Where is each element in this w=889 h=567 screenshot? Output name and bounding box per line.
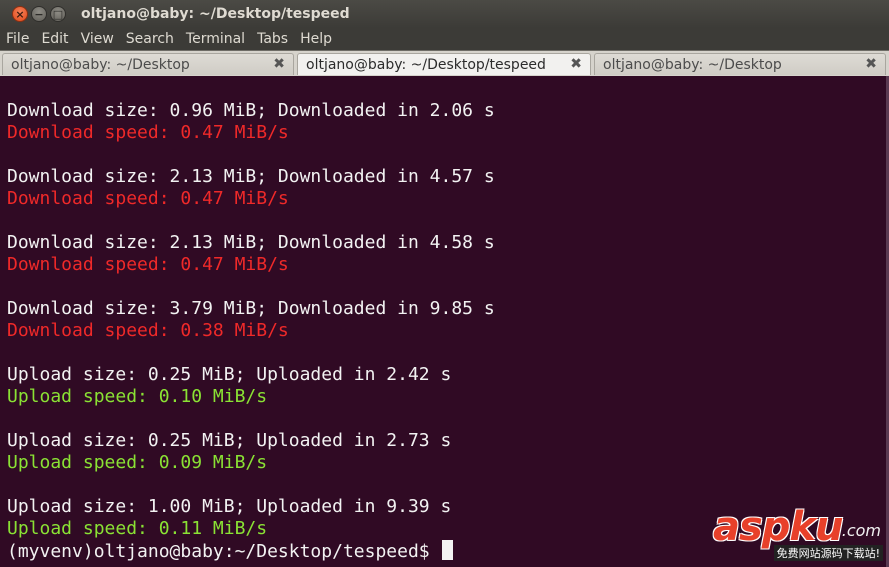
output-line: Download speed: 0.38 MiB/s <box>7 320 289 341</box>
output-line: Download speed: 0.47 MiB/s <box>7 122 289 143</box>
menu-edit[interactable]: Edit <box>35 28 74 50</box>
output-line: Download speed: 0.47 MiB/s <box>7 188 289 209</box>
output-line: Download size: 2.13 MiB; Downloaded in 4… <box>7 166 495 187</box>
menu-view[interactable]: View <box>75 28 120 50</box>
tab-label: oltjano@baby: ~/Desktop <box>603 56 782 73</box>
output-line: Upload speed: 0.09 MiB/s <box>7 452 268 473</box>
terminal-output[interactable]: Download size: 0.96 MiB; Downloaded in 2… <box>0 76 889 567</box>
menu-tabs[interactable]: Tabs <box>251 28 294 50</box>
text-cursor <box>441 540 453 560</box>
shell-prompt: (myvenv)oltjano@baby:~/Desktop/tespeed$ <box>7 541 430 562</box>
prompt-line[interactable]: (myvenv)oltjano@baby:~/Desktop/tespeed$ <box>7 540 453 562</box>
tab-bar: oltjano@baby: ~/Desktop ✖ oltjano@baby: … <box>0 50 889 76</box>
maximize-window-icon[interactable]: □ <box>50 6 66 22</box>
tab-close-icon[interactable]: ✖ <box>570 56 582 72</box>
watermark-domain: .com <box>841 521 881 540</box>
output-line: Upload size: 1.00 MiB; Uploaded in 9.39 … <box>7 496 452 517</box>
output-line: Download size: 3.79 MiB; Downloaded in 9… <box>7 298 495 319</box>
title-bar[interactable]: × − □ oltjano@baby: ~/Desktop/tespeed <box>0 0 889 28</box>
tab-desktop-2[interactable]: oltjano@baby: ~/Desktop ✖ <box>594 53 886 75</box>
menu-terminal[interactable]: Terminal <box>180 28 251 50</box>
output-line: Download size: 2.13 MiB; Downloaded in 4… <box>7 232 495 253</box>
output-line: Upload size: 0.25 MiB; Uploaded in 2.73 … <box>7 430 452 451</box>
output-line: Upload size: 0.25 MiB; Uploaded in 2.42 … <box>7 364 452 385</box>
output-line: Download speed: 0.47 MiB/s <box>7 254 289 275</box>
watermark-subtitle: 免费网站源码下载站! <box>773 545 883 561</box>
menu-help[interactable]: Help <box>294 28 338 50</box>
tab-close-icon[interactable]: ✖ <box>273 56 285 72</box>
menu-file[interactable]: File <box>0 28 35 50</box>
watermark-main: aspku <box>713 504 844 550</box>
menu-search[interactable]: Search <box>120 28 180 50</box>
tab-label: oltjano@baby: ~/Desktop/tespeed <box>306 56 546 73</box>
tab-close-icon[interactable]: ✖ <box>865 56 877 72</box>
output-line: Upload speed: 0.11 MiB/s <box>7 518 268 539</box>
menu-bar: File Edit View Search Terminal Tabs Help <box>0 28 889 50</box>
terminal-window: × − □ oltjano@baby: ~/Desktop/tespeed Fi… <box>0 0 889 567</box>
window-title: oltjano@baby: ~/Desktop/tespeed <box>81 6 350 22</box>
tab-desktop-1[interactable]: oltjano@baby: ~/Desktop ✖ <box>2 53 294 75</box>
watermark-logo: aspku .com 免费网站源码下载站! <box>713 505 883 561</box>
output-line: Upload speed: 0.10 MiB/s <box>7 386 268 407</box>
output-line: Download size: 0.96 MiB; Downloaded in 2… <box>7 100 495 121</box>
minimize-window-icon[interactable]: − <box>31 6 47 22</box>
tab-tespeed[interactable]: oltjano@baby: ~/Desktop/tespeed ✖ <box>297 53 591 75</box>
close-window-icon[interactable]: × <box>12 6 28 22</box>
tab-label: oltjano@baby: ~/Desktop <box>11 56 190 73</box>
